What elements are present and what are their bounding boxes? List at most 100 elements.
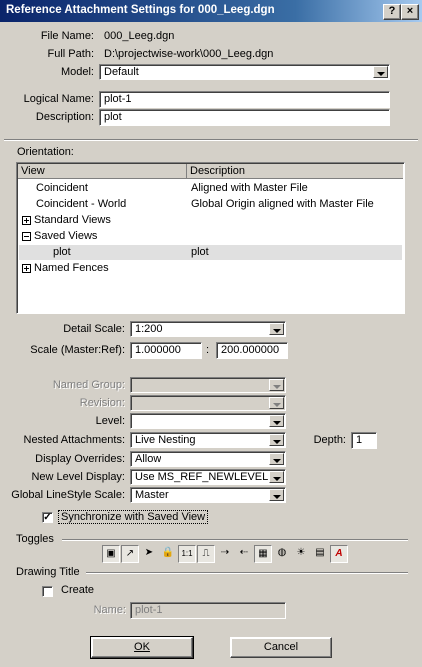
drawing-name-label: Name: — [93, 604, 126, 616]
cancel-button[interactable]: Cancel — [230, 637, 332, 658]
list-item[interactable]: Named Fences — [19, 261, 402, 276]
master-scale-input[interactable]: 1.000000 — [130, 342, 202, 359]
list-item-view: Standard Views — [22, 213, 111, 228]
level-label: Level: — [95, 415, 125, 427]
list-item-description: plot — [191, 246, 209, 258]
ok-button-label: OK — [134, 641, 150, 653]
detail-scale-label: Detail Scale: — [63, 323, 125, 335]
nested-attachments-label: Nested Attachments: — [23, 434, 126, 446]
lock-toggle-icon[interactable]: 🔒 — [159, 545, 177, 563]
depth-input[interactable]: 1 — [351, 432, 377, 449]
named-group-dropdown[interactable] — [130, 377, 286, 393]
nested-attachments-value: Live Nesting — [135, 434, 196, 446]
list-item-view: Coincident — [36, 181, 88, 196]
file-name-label: File Name: — [40, 30, 94, 42]
list-item-view: Saved Views — [22, 229, 97, 244]
detail-scale-dropdown[interactable]: 1:200 — [130, 321, 286, 337]
global-toggle-icon[interactable]: ◍ — [273, 545, 291, 563]
ignore-attachment-toggle-icon[interactable]: ⇠ — [235, 545, 253, 563]
list-item-view-label: plot — [53, 246, 71, 258]
new-level-display-dropdown[interactable]: Use MS_REF_NEWLEVELDI — [130, 469, 286, 485]
list-item-description: Aligned with Master File — [191, 182, 308, 194]
new-level-display-label: New Level Display: — [31, 471, 125, 483]
list-item-view-label: Named Fences — [34, 262, 109, 274]
orientation-list[interactable]: View Description Coincident Aligned with … — [16, 162, 405, 314]
create-label: Create — [61, 584, 95, 596]
display-overrides-label: Display Overrides: — [35, 453, 125, 465]
master-ref-scale-label: Scale (Master:Ref): — [30, 344, 125, 356]
drawing-title-label: Drawing Title — [16, 566, 80, 578]
list-item-view-label: Saved Views — [34, 230, 98, 242]
list-item-view: Coincident - World — [36, 197, 126, 212]
chevron-down-icon[interactable] — [269, 323, 284, 335]
locate-toggle-icon[interactable]: ➤ — [140, 545, 158, 563]
list-item[interactable]: Coincident Aligned with Master File — [19, 181, 402, 196]
list-item-view-label: Standard Views — [34, 214, 111, 226]
scale-linestyles-toggle-icon[interactable]: ⎍ — [197, 545, 215, 563]
drawing-name-input[interactable]: plot-1 — [130, 602, 286, 619]
create-checkbox[interactable] — [42, 586, 53, 597]
list-item[interactable]: Saved Views — [19, 229, 402, 244]
global-linestyle-scale-label: Global LineStyle Scale: — [11, 489, 125, 501]
collapse-icon[interactable] — [22, 231, 31, 241]
window-title: Reference Attachment Settings for 000_Le… — [6, 4, 275, 16]
synchronize-checkbox[interactable]: ✓ — [42, 512, 53, 523]
named-group-label: Named Group: — [52, 379, 125, 391]
help-button[interactable]: ? — [383, 4, 401, 20]
chevron-down-icon — [269, 379, 284, 391]
chevron-down-icon[interactable] — [269, 434, 284, 446]
chevron-down-icon[interactable] — [373, 66, 388, 78]
logical-name-input[interactable]: plot-1 — [99, 91, 390, 108]
file-name-value: 000_Leeg.dgn — [104, 30, 175, 42]
revision-dropdown[interactable] — [130, 395, 286, 411]
global-linestyle-scale-dropdown[interactable]: Master — [130, 487, 286, 503]
treat-as-element-toggle-icon[interactable]: ⇢ — [216, 545, 234, 563]
display-overrides-dropdown[interactable]: Allow — [130, 451, 286, 467]
list-item-view: Named Fences — [22, 261, 109, 276]
drawing-title-group-line — [86, 572, 408, 574]
list-header: View Description — [18, 164, 403, 179]
list-item-view-label: Coincident — [36, 182, 88, 194]
logical-name-label: Logical Name: — [23, 93, 94, 105]
copy-toggle-icon[interactable]: ▤ — [311, 545, 329, 563]
revision-label: Revision: — [79, 397, 125, 409]
list-item-description: Global Origin aligned with Master File — [191, 198, 374, 210]
list-item-view: plot — [53, 245, 71, 260]
ref-scale-input[interactable]: 200.000000 — [216, 342, 288, 359]
orientation-label: Orientation: — [17, 146, 74, 158]
column-header-description[interactable]: Description — [187, 164, 403, 178]
full-path-label: Full Path: — [47, 48, 94, 60]
ok-button[interactable]: OK — [90, 636, 194, 659]
chevron-down-icon[interactable] — [269, 453, 284, 465]
column-header-view[interactable]: View — [18, 164, 187, 178]
level-grid-toggle-icon[interactable]: ▦ — [254, 545, 272, 563]
scale-colon: : — [206, 344, 210, 356]
expand-icon[interactable] — [22, 215, 31, 225]
detail-scale-value: 1:200 — [135, 323, 163, 335]
display-toggle-icon[interactable]: ▣ — [102, 545, 120, 563]
nested-attachments-dropdown[interactable]: Live Nesting — [130, 432, 286, 448]
list-item[interactable]: Standard Views — [19, 213, 402, 228]
annotation-toggle-icon[interactable]: A — [330, 545, 348, 563]
synchronize-label[interactable]: Synchronize with Saved View — [58, 510, 209, 524]
level-dropdown[interactable] — [130, 413, 286, 429]
light-toggle-icon[interactable]: ☀ — [292, 545, 310, 563]
chevron-down-icon — [269, 397, 284, 409]
list-item-view-label: Coincident - World — [36, 198, 127, 210]
model-value: Default — [104, 66, 139, 78]
toggles-label: Toggles — [16, 533, 54, 545]
full-path-value: D:\projectwise-work\000_Leeg.dgn — [104, 48, 274, 60]
chevron-down-icon[interactable] — [269, 471, 284, 483]
close-button[interactable]: × — [401, 4, 419, 20]
true-scale-toggle-icon[interactable]: 1:1 — [178, 545, 196, 563]
depth-label: Depth: — [313, 434, 346, 446]
expand-icon[interactable] — [22, 263, 31, 273]
description-input[interactable]: plot — [99, 109, 390, 126]
model-dropdown[interactable]: Default — [99, 64, 390, 80]
list-item[interactable]: Coincident - World Global Origin aligned … — [19, 197, 402, 212]
toggles-group-line — [62, 539, 408, 541]
chevron-down-icon[interactable] — [269, 415, 284, 427]
chevron-down-icon[interactable] — [269, 489, 284, 501]
snap-toggle-icon[interactable]: ↗ — [121, 545, 139, 563]
list-item[interactable]: plot plot — [19, 245, 402, 260]
